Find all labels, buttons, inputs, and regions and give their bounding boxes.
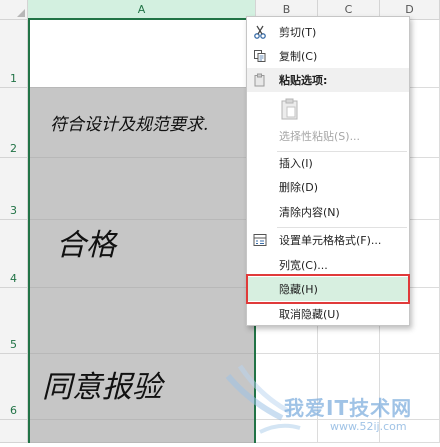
watermark-url: www.52ij.com: [330, 420, 407, 433]
menu-item-label: 选择性粘贴(S)...: [279, 130, 361, 143]
copy-icon: [252, 48, 268, 64]
row-header-label: 2: [10, 142, 17, 155]
row-header-4[interactable]: 4: [0, 220, 28, 288]
handwritten-text: 符合设计及规范要求.: [50, 115, 209, 135]
column-header-label: C: [344, 3, 353, 16]
scissors-icon: [252, 24, 268, 40]
menu-item-unhide[interactable]: 取消隐藏(U): [247, 302, 409, 326]
row-header-3[interactable]: 3: [0, 158, 28, 220]
column-header-label: A: [137, 2, 146, 16]
row-header-6[interactable]: 6: [0, 354, 28, 420]
cell-a1[interactable]: [28, 20, 256, 88]
context-menu: 剪切(T) 复制(C) 粘贴选项: 选择性粘贴(S)... 插入(I) 删除(D…: [246, 16, 410, 326]
menu-item-label: 取消隐藏(U): [279, 308, 340, 321]
row-header-1[interactable]: 1: [0, 20, 28, 88]
cell-a2[interactable]: 符合设计及规范要求.: [28, 88, 256, 158]
menu-item-cut[interactable]: 剪切(T): [247, 20, 409, 44]
menu-item-copy[interactable]: 复制(C): [247, 44, 409, 68]
handwritten-text: 同意报验: [42, 370, 162, 405]
menu-section-label: 粘贴选项:: [279, 74, 328, 87]
select-all-corner[interactable]: [0, 0, 28, 20]
menu-item-column-width[interactable]: 列宽(C)...: [247, 253, 409, 277]
menu-item-delete[interactable]: 删除(D): [247, 175, 409, 199]
column-header-label: B: [282, 3, 291, 16]
row-header-2[interactable]: 2: [0, 88, 28, 158]
watermark-title: 我爱IT技术网: [284, 396, 413, 420]
menu-item-paste-special[interactable]: 选择性粘贴(S)...: [247, 124, 409, 148]
menu-item-label: 设置单元格格式(F)...: [279, 234, 382, 247]
cell-a5[interactable]: [28, 288, 256, 354]
menu-item-label: 复制(C): [279, 50, 318, 63]
column-header-a[interactable]: A: [28, 0, 256, 20]
row-header-label: 5: [10, 338, 17, 351]
row-header-label: 6: [10, 404, 17, 417]
menu-item-label: 隐藏(H): [279, 283, 318, 296]
menu-item-label: 删除(D): [279, 181, 319, 194]
column-header-label: D: [405, 3, 414, 16]
row-header-7[interactable]: [0, 420, 28, 443]
menu-item-label: 清除内容(N): [279, 206, 340, 219]
row-header-label: 3: [10, 204, 17, 217]
handwritten-text: 合格: [56, 228, 116, 263]
watermark: 我爱IT技术网 www.52ij.com: [220, 362, 440, 443]
menu-section-paste-options: 粘贴选项:: [247, 68, 409, 92]
menu-item-hide[interactable]: 隐藏(H): [247, 277, 409, 301]
menu-item-format-cells[interactable]: 设置单元格格式(F)...: [247, 228, 409, 252]
menu-item-label: 剪切(T): [279, 26, 317, 39]
menu-item-insert[interactable]: 插入(I): [247, 151, 409, 175]
menu-item-label: 插入(I): [279, 157, 313, 170]
clipboard-icon: [252, 72, 268, 88]
menu-item-clear-contents[interactable]: 清除内容(N): [247, 200, 409, 224]
cell-a3[interactable]: [28, 158, 256, 220]
format-cells-icon: [252, 232, 268, 248]
row-header-label: 4: [10, 272, 17, 285]
paste-clipboard-icon: [281, 98, 299, 124]
row-header-label: 1: [10, 72, 17, 85]
paste-option-button[interactable]: [279, 95, 301, 125]
row-header-5[interactable]: 5: [0, 288, 28, 354]
menu-item-label: 列宽(C)...: [279, 259, 328, 272]
cell-a4[interactable]: 合格: [28, 220, 256, 288]
